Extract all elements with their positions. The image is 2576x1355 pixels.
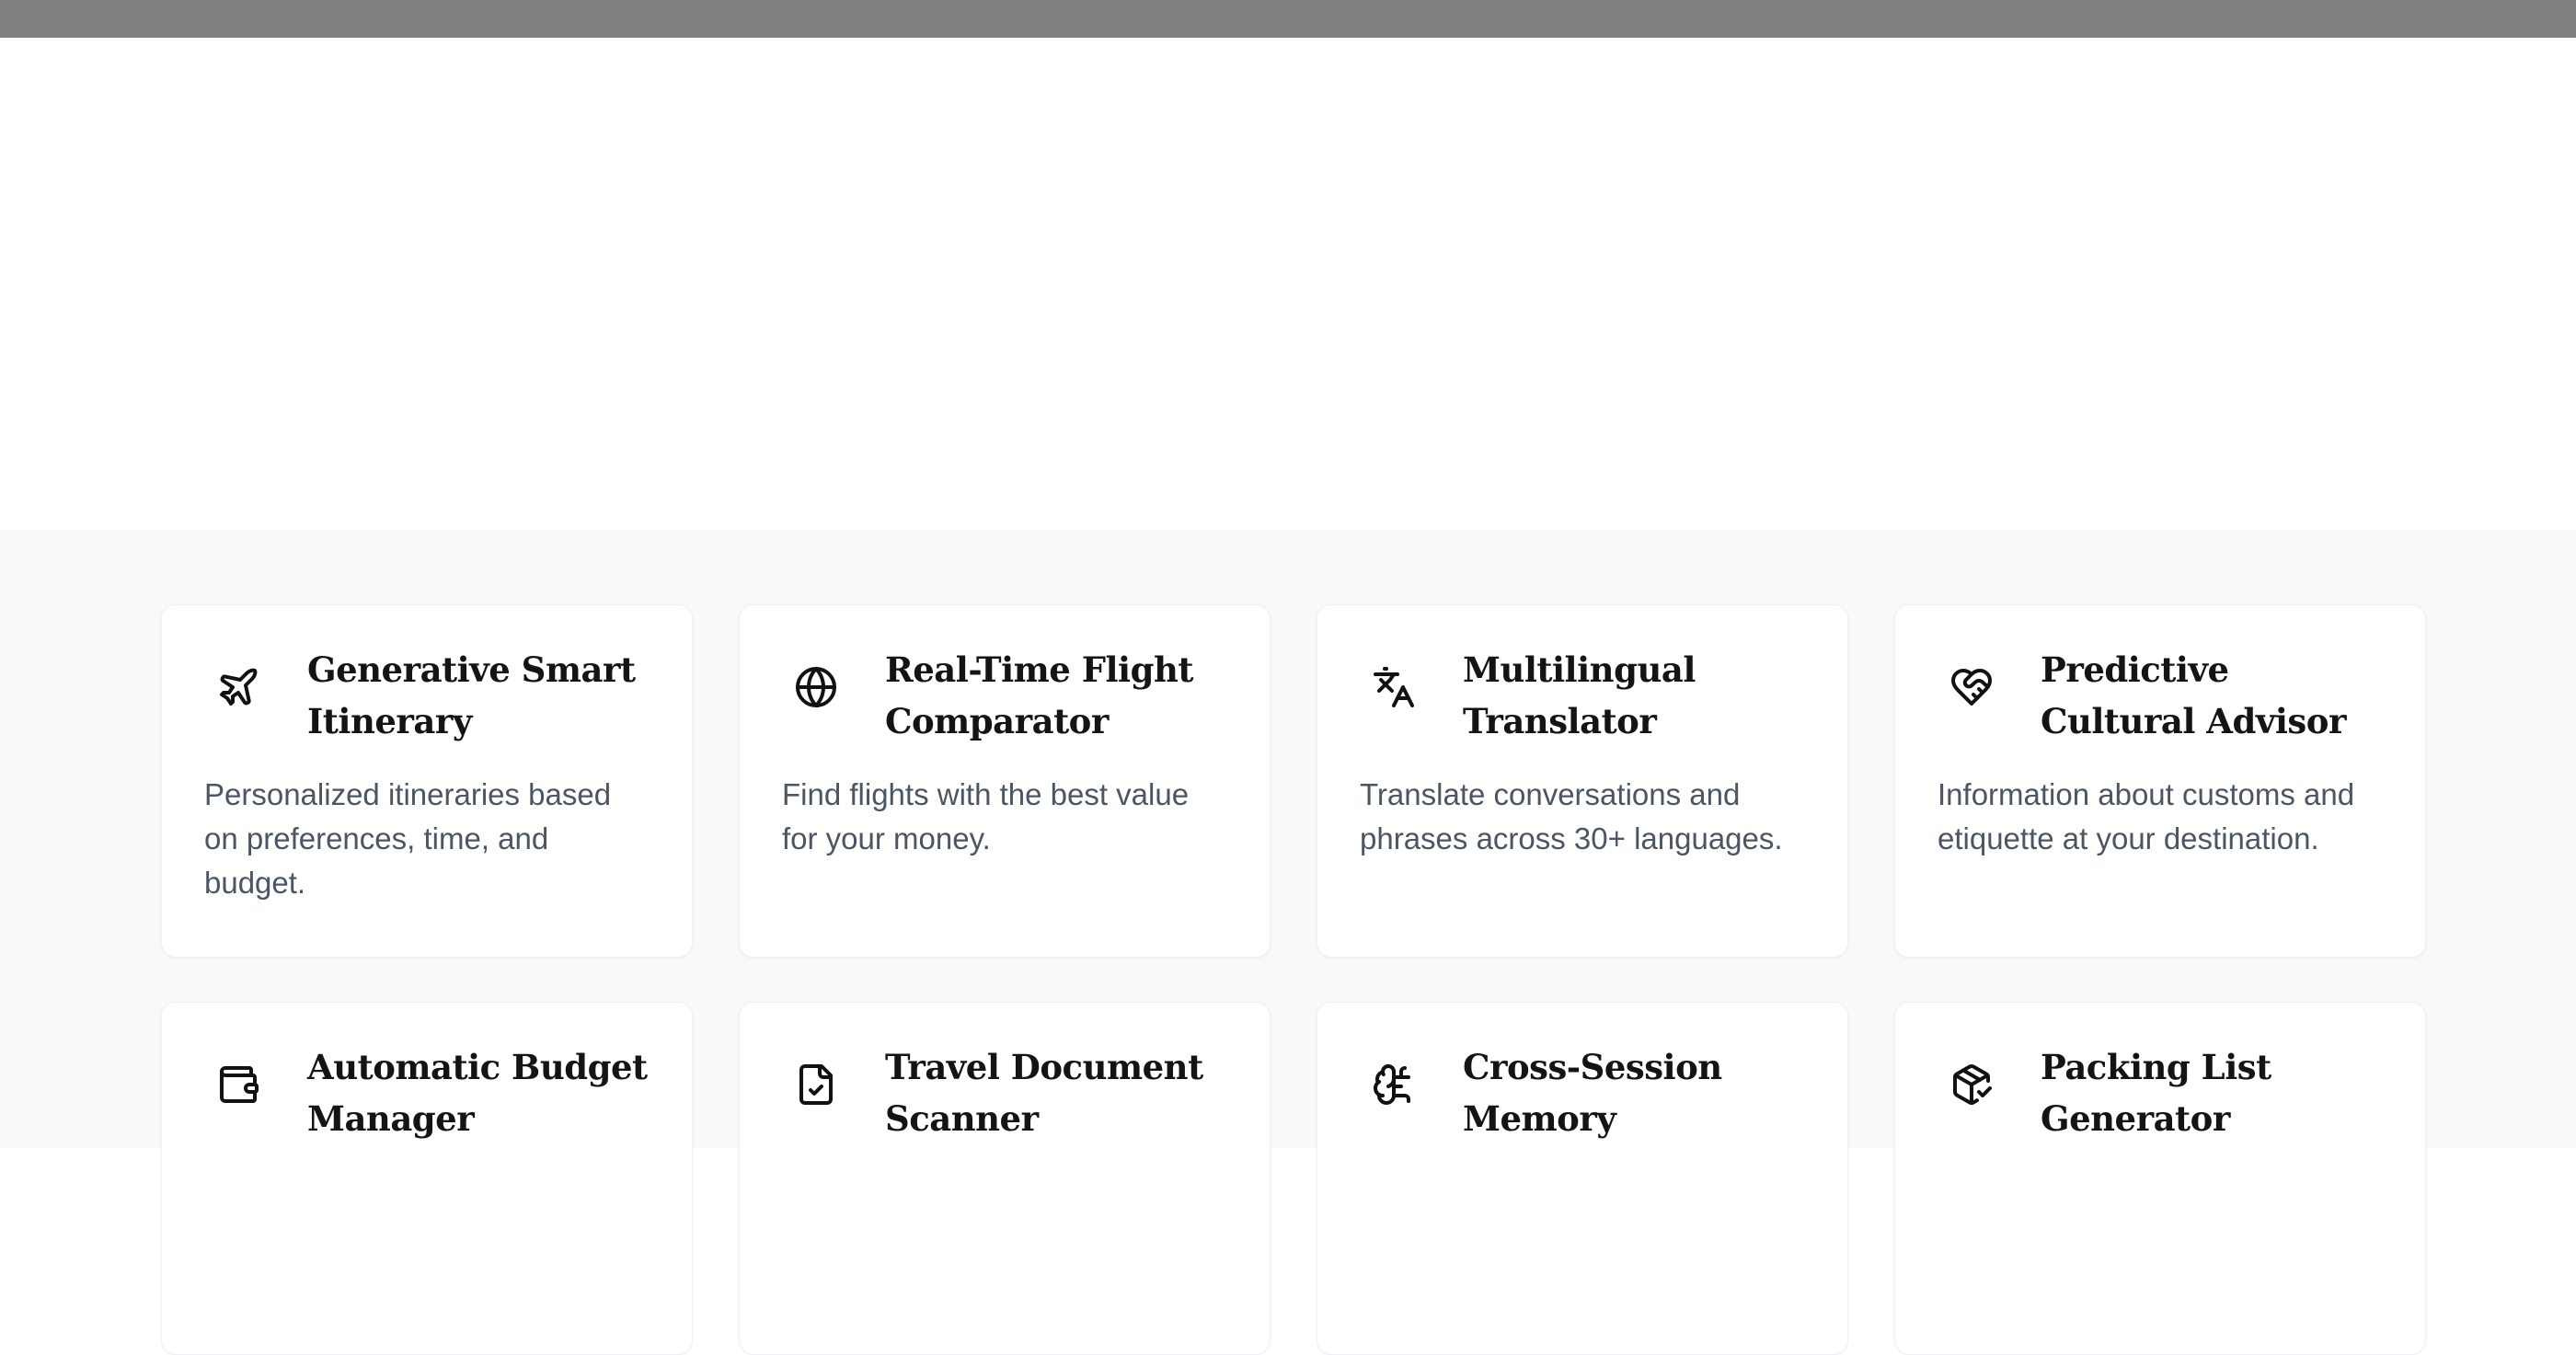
file-check-icon (782, 1051, 850, 1119)
feature-card: Cross-Session Memory (1317, 1002, 1848, 1355)
wallet-icon (204, 1051, 272, 1119)
hero-section (0, 38, 2576, 530)
card-description: Find flights with the best value for you… (782, 777, 1190, 855)
card-title: Predictive Cultural Advisor (2041, 649, 2346, 741)
top-bar (0, 0, 2576, 38)
feature-card: Packing List Generator (1894, 1002, 2426, 1355)
card-title: Packing List Generator (2041, 1047, 2271, 1139)
card-title: Real-Time Flight Comparator (885, 649, 1193, 741)
feature-card: Real-Time Flight Comparator Find flights… (739, 604, 1271, 958)
card-title: Generative Smart Itinerary (307, 649, 636, 741)
brain-icon (1360, 1051, 1428, 1119)
card-title: Multilingual Translator (1463, 649, 1696, 741)
feature-card: Generative Smart Itinerary Personalized … (161, 604, 693, 958)
card-description: Translate conversations and phrases acro… (1360, 777, 1783, 855)
package-check-icon (1938, 1051, 2006, 1119)
card-title: Cross-Session Memory (1463, 1047, 1722, 1139)
card-title: Travel Document Scanner (885, 1047, 1203, 1139)
feature-card: Multilingual Translator Translate conver… (1317, 604, 1848, 958)
feature-card: Predictive Cultural Advisor Information … (1894, 604, 2426, 958)
airplane-icon (204, 653, 272, 721)
translate-icon (1360, 653, 1428, 721)
feature-card: Automatic Budget Manager (161, 1002, 693, 1355)
features-grid: Generative Smart Itinerary Personalized … (161, 604, 2426, 1355)
globe-icon (782, 653, 850, 721)
card-description: Information about customs and etiquette … (1938, 777, 2355, 855)
feature-card: Travel Document Scanner (739, 1002, 1271, 1355)
card-description: Personalized itineraries based on prefer… (204, 777, 612, 900)
card-title: Automatic Budget Manager (307, 1047, 648, 1139)
handshake-heart-icon (1938, 653, 2006, 721)
features-section: Generative Smart Itinerary Personalized … (0, 530, 2576, 1355)
